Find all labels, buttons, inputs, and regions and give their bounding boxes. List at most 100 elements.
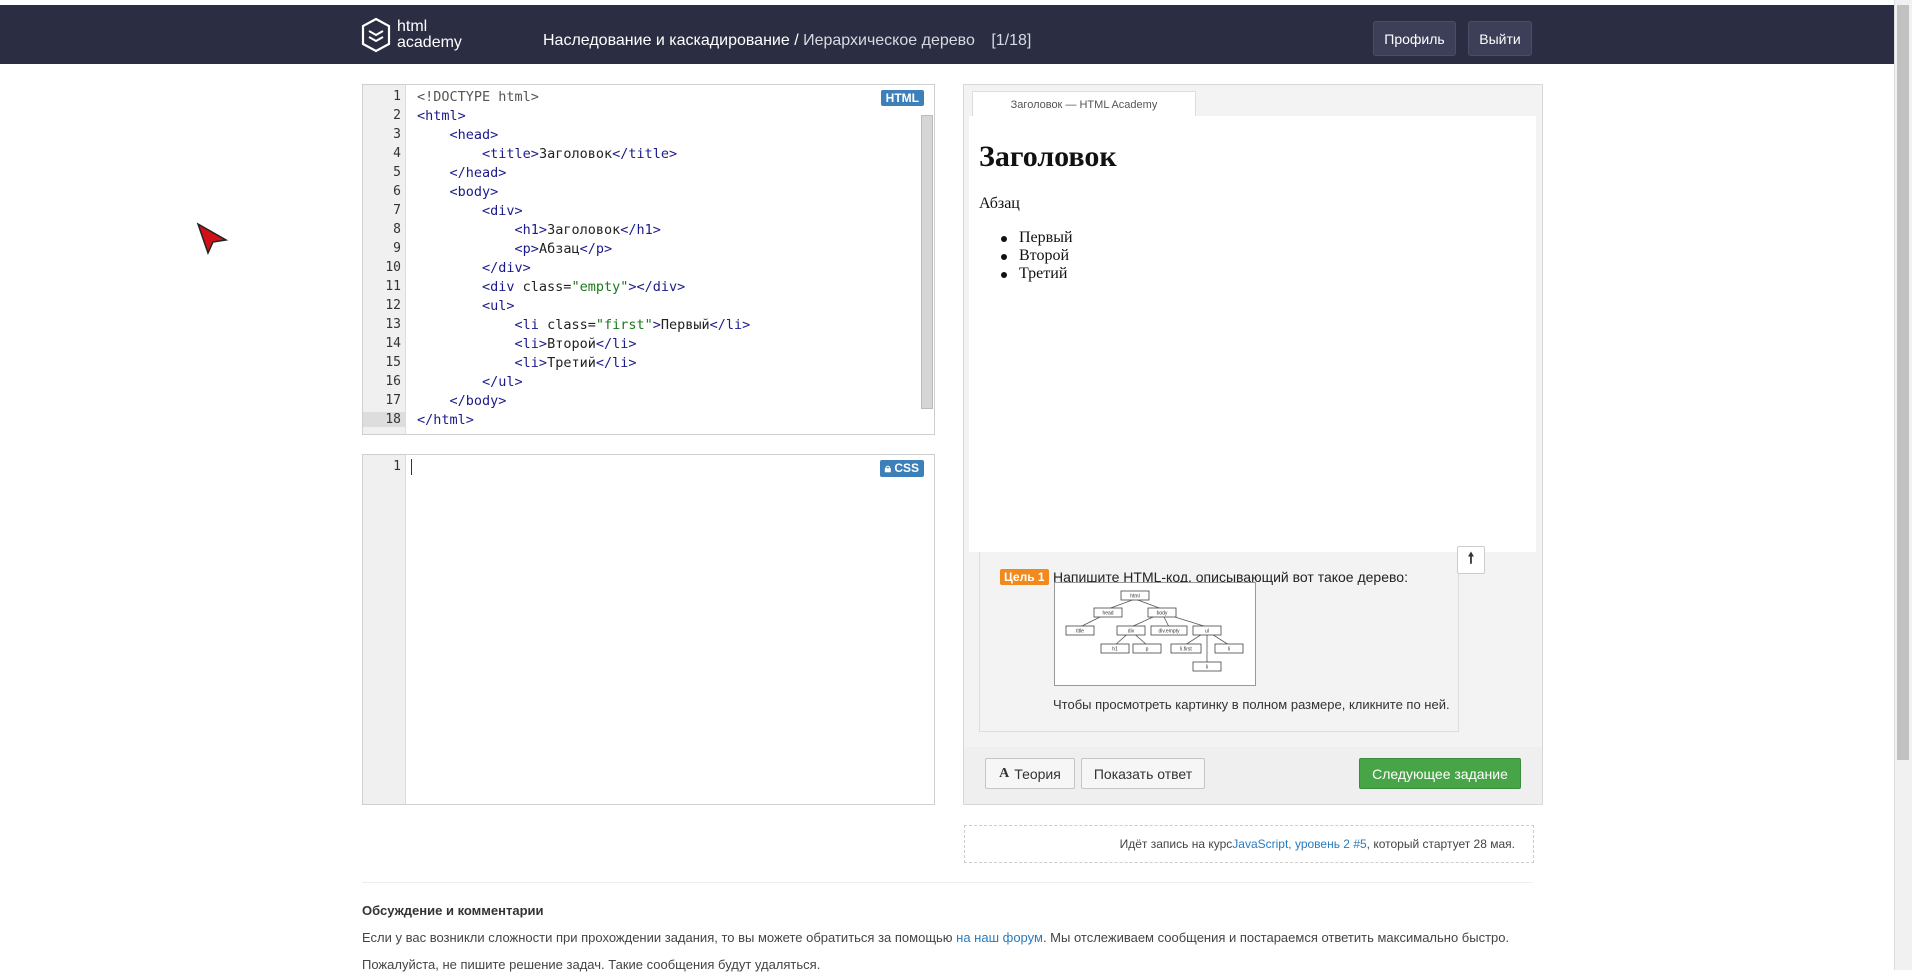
code-line[interactable]: </head>	[417, 165, 507, 181]
preview-panel: Заголовок — HTML Academy Заголовок Абзац…	[963, 84, 1543, 805]
logo-line2: academy	[397, 34, 462, 51]
html-editor[interactable]: 1 <!DOCTYPE html> 2 <html> 3 <head> 4 <title>…	[362, 84, 935, 435]
html-line-number: 4	[393, 146, 401, 161]
theory-button[interactable]: A Теория	[985, 758, 1075, 789]
code-token: <li>	[514, 336, 548, 352]
code-line[interactable]: <title>Заголовок</title>	[417, 146, 677, 162]
code-token: >	[652, 317, 661, 333]
preview-tab[interactable]: Заголовок — HTML Academy	[972, 91, 1196, 118]
code-token: <p>	[514, 241, 539, 257]
html-badge: HTML	[880, 90, 924, 106]
code-token: </li>	[595, 355, 637, 371]
collapse-arrow-up-icon[interactable]: 🠕	[1457, 546, 1485, 574]
task-content: Цель 1 Напишите HTML-код, описывающий во…	[979, 552, 1459, 732]
show-answer-button[interactable]: Показать ответ	[1081, 758, 1205, 789]
code-token: <li	[514, 317, 548, 333]
code-line[interactable]: <li class="first">Первый</li>	[417, 317, 751, 333]
code-token: </li>	[595, 336, 637, 352]
html-line-number: 10	[385, 260, 401, 275]
code-token: </h1>	[620, 222, 661, 238]
preview-frame: Заголовок Абзац Первый Второй Третий	[969, 116, 1536, 552]
code-token: <ul>	[482, 298, 515, 314]
code-token: <div>	[482, 203, 523, 219]
bullet-icon	[1001, 236, 1007, 242]
code-token: Абзац	[538, 241, 580, 257]
code-token: </head>	[449, 165, 507, 181]
announce-course-link[interactable]: JavaScript, уровень 2 #5	[1232, 837, 1366, 851]
code-line[interactable]: <li>Второй</li>	[417, 336, 637, 352]
code-line[interactable]: <body>	[417, 184, 499, 200]
html-line-number: 15	[385, 355, 401, 370]
logo-icon	[361, 17, 391, 53]
preview-heading: Заголовок	[979, 140, 1117, 173]
code-token: Заголовок	[538, 146, 613, 162]
html-line-number: 6	[393, 184, 401, 199]
code-line[interactable]: <!DOCTYPE html>	[417, 89, 539, 105]
goal-badge: Цель 1	[1000, 569, 1049, 585]
code-line[interactable]: <p>Абзац</p>	[417, 241, 613, 257]
code-token: "empty"	[571, 279, 629, 295]
code-line[interactable]: <html>	[417, 108, 466, 124]
tree-node: li	[1206, 665, 1208, 671]
code-token: <h1>	[514, 222, 548, 238]
css-badge: 🔒︎ CSS	[879, 460, 924, 477]
code-line[interactable]: </ul>	[417, 374, 523, 390]
code-line[interactable]: <h1>Заголовок</h1>	[417, 222, 661, 238]
code-line[interactable]: </body>	[417, 393, 507, 409]
preview-list-item: Второй	[1001, 247, 1070, 265]
preview-list-item-text: Третий	[1019, 265, 1068, 282]
text-cursor	[411, 459, 412, 475]
thumbnail-hint: Чтобы просмотреть картинку в полном разм…	[1053, 697, 1450, 712]
code-line[interactable]: </html>	[417, 412, 474, 428]
code-line[interactable]: <div>	[417, 203, 523, 219]
code-line[interactable]: <ul>	[417, 298, 515, 314]
discussion-text-pre: Если у вас возникли сложности при прохож…	[362, 930, 957, 945]
tree-node: ul	[1205, 629, 1209, 635]
html-line-number: 16	[385, 374, 401, 389]
profile-button[interactable]: Профиль	[1373, 21, 1456, 56]
code-token: <li>	[514, 355, 548, 371]
lock-icon: 🔒︎	[884, 461, 891, 475]
code-token: </div>	[482, 260, 531, 276]
code-token: Первый	[660, 317, 710, 333]
code-token: <title>	[482, 146, 539, 162]
forum-link[interactable]: на наш форум	[956, 930, 1043, 945]
code-token: <!DOCTYPE html>	[417, 89, 539, 105]
page-scrollbar[interactable]	[1894, 0, 1912, 970]
header-bar: html academy Наследование и каскадирован…	[0, 5, 1895, 64]
code-token: "first"	[595, 317, 653, 333]
tree-node: div	[1128, 629, 1135, 635]
preview-list-item-text: Второй	[1019, 247, 1070, 264]
section-divider	[362, 882, 1533, 883]
breadcrumb-course[interactable]: Наследование и каскадирование /	[543, 32, 799, 49]
css-editor[interactable]: 1 🔒︎ CSS	[362, 454, 935, 805]
tree-thumbnail[interactable]: html head body title div div.empty ul h1…	[1054, 582, 1256, 686]
preview-list-item-text: Первый	[1019, 229, 1073, 246]
code-line[interactable]: <li>Третий</li>	[417, 355, 637, 371]
logo[interactable]: html academy	[361, 17, 462, 53]
code-line[interactable]: </div>	[417, 260, 531, 276]
next-task-button[interactable]: Следующее задание	[1359, 758, 1521, 789]
html-editor-scrollbar[interactable]	[921, 115, 933, 409]
preview-list-item: Третий	[1001, 265, 1068, 283]
tree-node: title	[1076, 629, 1084, 635]
logout-button[interactable]: Выйти	[1468, 21, 1532, 56]
code-line[interactable]: <head>	[417, 127, 499, 143]
html-line-number: 17	[385, 393, 401, 408]
announce-pre: Идёт запись на курс	[1119, 837, 1233, 851]
tree-node: h1	[1112, 647, 1118, 653]
html-line-number: 8	[393, 222, 401, 237]
code-token: <html>	[417, 108, 466, 124]
page-scrollbar-thumb[interactable]	[1897, 5, 1909, 760]
code-token: </ul>	[482, 374, 523, 390]
html-line-number: 18	[363, 412, 405, 427]
code-token: Заголовок	[547, 222, 621, 238]
html-line-number: 13	[385, 317, 401, 332]
code-token: <body>	[449, 184, 499, 200]
html-line-number: 3	[393, 127, 401, 142]
code-line[interactable]: <div class="empty"></div>	[417, 279, 685, 295]
